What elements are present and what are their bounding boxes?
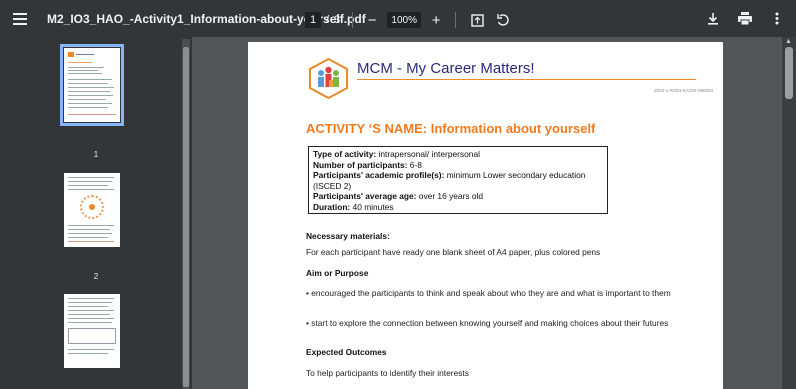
age-value: over 16 years old [416,191,484,202]
mcm-logo-icon [309,58,348,99]
menu-button[interactable] [5,4,35,34]
thumbnail-number: 1 [93,150,99,159]
page-controls: 1 / 3 − 100% + [305,11,512,29]
document-scroll-thumb[interactable] [785,47,793,99]
logo-title: MCM - My Career Matters! [357,60,535,77]
type-label: Type of activity: [313,149,377,159]
right-toolbar [704,9,786,27]
duration-label: Duration: [313,201,351,212]
project-code: 2020-1-RO01-KA204-080204 [654,88,713,93]
more-vertical-icon [775,12,779,24]
page-thumbnail-2[interactable] [64,173,120,247]
pdf-page: MCM - My Career Matters! 2020-1-RO01-KA2… [248,42,723,389]
thumb-logo [68,52,74,57]
page-separator: / [326,14,330,26]
rotate-icon [497,14,509,26]
fit-page-button[interactable] [468,11,486,29]
thumbnail-number: 2 [93,272,99,281]
scroll-up-icon[interactable]: ▲ [785,38,792,45]
type-value: intrapersonal/ interpersonal [376,149,480,159]
participants-value: 6-8 [407,159,422,170]
more-options-button[interactable] [768,9,786,27]
participants-label: Number of participants: [313,159,408,170]
activity-heading: ACTIVITY ‘S NAME: Information about your… [306,121,596,136]
age-label: Participants' average age: [313,191,417,202]
divider [455,12,457,28]
pdf-toolbar: M2_IO3_HAO_-Activity1_Information-about-… [0,0,796,37]
download-icon [708,12,718,25]
print-icon [738,11,752,25]
sidebar-scroll-thumb[interactable] [183,47,189,387]
hamburger-icon [13,12,27,25]
fit-page-icon [470,13,484,27]
page-number-input[interactable]: 1 [305,12,321,28]
activity-info-box: Type of activity: intrapersonal/ interpe… [308,146,608,214]
print-button[interactable] [736,9,754,27]
duration-value: 40 minutes [350,201,394,212]
divider [352,12,354,28]
zoom-in-button[interactable]: + [429,12,443,29]
rotate-button[interactable] [494,11,512,29]
aim-bullet-1: • encouraged the participants to think a… [306,288,671,298]
document-viewer: MCM - My Career Matters! 2020-1-RO01-KA2… [192,37,796,389]
page-thumbnail-1[interactable] [60,44,124,126]
total-pages: 3 [334,14,341,26]
thumbnail-sidebar: 1 2 [0,37,192,389]
zoom-input[interactable]: 100% [387,12,422,28]
necessary-materials-heading: Necessary materials: [306,231,390,241]
zoom-out-button[interactable]: − [365,12,379,29]
outcomes-text: To help participants to identify their i… [306,368,469,378]
document-scrollbar[interactable]: ▲ [782,37,796,389]
profile-label: Participants' academic profile(s): [313,170,445,181]
outcomes-heading: Expected Outcomes [306,347,387,357]
logo-underline [357,79,696,80]
necessary-materials-text: For each participant have ready one blan… [306,247,601,257]
download-button[interactable] [704,9,722,27]
aim-bullet-2: • start to explore the connection betwee… [306,318,669,328]
sidebar-scrollbar[interactable] [182,39,190,389]
aim-heading: Aim or Purpose [306,268,369,278]
page-thumbnail-3[interactable] [64,294,120,368]
